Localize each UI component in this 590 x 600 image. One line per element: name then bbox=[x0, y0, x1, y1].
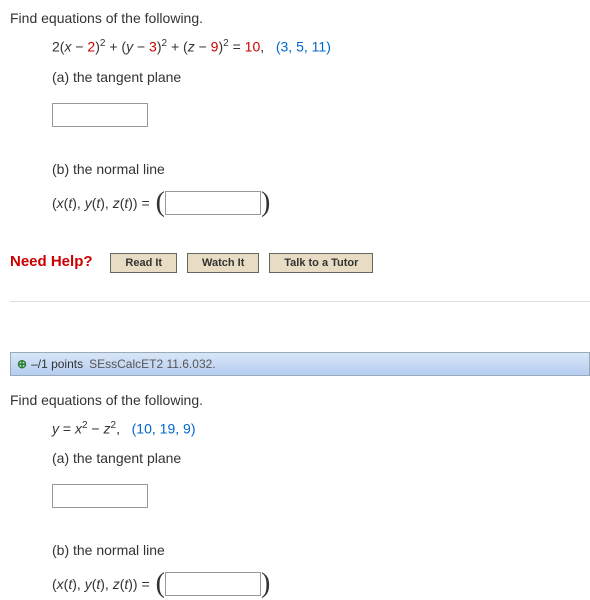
text: = bbox=[229, 39, 245, 55]
var: z bbox=[104, 420, 111, 436]
tuple-label: (x(t), y(t), z(t)) = bbox=[52, 576, 150, 592]
text: = bbox=[138, 576, 150, 592]
text: − bbox=[195, 39, 211, 55]
tuple-label: (x(t), y(t), z(t)) = bbox=[52, 195, 150, 211]
num: 3 bbox=[149, 39, 157, 55]
right-paren-icon: ) bbox=[261, 568, 270, 600]
q2-normal-line: (x(t), y(t), z(t)) = ( ) bbox=[52, 568, 590, 600]
q2-part-a-label: (a) the tangent plane bbox=[52, 450, 590, 466]
q2-equation: y = x2 − z2, (10, 19, 9) bbox=[52, 420, 590, 437]
source-label: SEssCalcET2 11.6.032. bbox=[89, 357, 216, 371]
text: + ( bbox=[167, 39, 188, 55]
text: , bbox=[175, 420, 183, 436]
expand-icon[interactable]: ⊕ bbox=[17, 357, 27, 371]
var: y bbox=[52, 420, 59, 436]
text: − bbox=[71, 39, 87, 55]
right-paren-icon: ) bbox=[261, 187, 270, 219]
text: , bbox=[152, 420, 160, 436]
q1-prompt: Find equations of the following. bbox=[10, 10, 590, 26]
num: 11 bbox=[312, 39, 327, 55]
left-paren-icon: ( bbox=[156, 568, 165, 600]
points-label: –/1 points bbox=[31, 357, 83, 371]
text: = bbox=[59, 420, 75, 436]
text: , bbox=[116, 420, 132, 436]
text: ), bbox=[100, 195, 112, 211]
num: 5 bbox=[296, 39, 304, 55]
q2-part-b-input[interactable] bbox=[165, 572, 261, 596]
q2-prompt: Find equations of the following. bbox=[10, 392, 590, 408]
need-help-row: Need Help? Read It Watch It Talk to a Tu… bbox=[10, 253, 590, 302]
text: )) bbox=[128, 195, 137, 211]
text: , bbox=[260, 39, 276, 55]
text: + ( bbox=[105, 39, 126, 55]
var-z: z bbox=[188, 39, 195, 55]
num: 10 bbox=[136, 420, 152, 436]
q2-part-a-input[interactable] bbox=[52, 484, 148, 508]
q2-part-b-label: (b) the normal line bbox=[52, 542, 590, 558]
text: 2( bbox=[52, 39, 64, 55]
q1-equation: 2(x − 2)2 + (y − 3)2 + (z − 9)2 = 10, (3… bbox=[52, 38, 590, 55]
text: , bbox=[288, 39, 296, 55]
text: ), bbox=[100, 576, 112, 592]
q1-part-b-input[interactable] bbox=[165, 191, 261, 215]
var: x bbox=[75, 420, 82, 436]
text: − bbox=[133, 39, 149, 55]
num: 10 bbox=[245, 39, 261, 55]
text: − bbox=[88, 420, 104, 436]
num: 19 bbox=[160, 420, 176, 436]
q1-part-a-input[interactable] bbox=[52, 103, 148, 127]
q1-part-a-label: (a) the tangent plane bbox=[52, 69, 590, 85]
q1-normal-line: (x(t), y(t), z(t)) = ( ) bbox=[52, 187, 590, 219]
text: ), bbox=[72, 576, 84, 592]
var: x bbox=[57, 576, 64, 592]
text: ) bbox=[191, 420, 196, 436]
var: z bbox=[113, 195, 120, 211]
var: y bbox=[85, 576, 92, 592]
text: , bbox=[304, 39, 312, 55]
q1-part-b-label: (b) the normal line bbox=[52, 161, 590, 177]
text: ) bbox=[326, 39, 331, 55]
text: ), bbox=[72, 195, 84, 211]
num: 9 bbox=[183, 420, 191, 436]
var: x bbox=[57, 195, 64, 211]
need-help-label: Need Help? bbox=[10, 253, 93, 270]
read-it-button[interactable]: Read It bbox=[110, 253, 177, 273]
q2-header: ⊕ –/1 points SEssCalcET2 11.6.032. bbox=[10, 352, 590, 376]
watch-it-button[interactable]: Watch It bbox=[187, 253, 259, 273]
var: z bbox=[113, 576, 120, 592]
talk-to-tutor-button[interactable]: Talk to a Tutor bbox=[269, 253, 373, 273]
left-paren-icon: ( bbox=[156, 187, 165, 219]
text: = bbox=[138, 195, 150, 211]
text: )) bbox=[128, 576, 137, 592]
var: y bbox=[85, 195, 92, 211]
